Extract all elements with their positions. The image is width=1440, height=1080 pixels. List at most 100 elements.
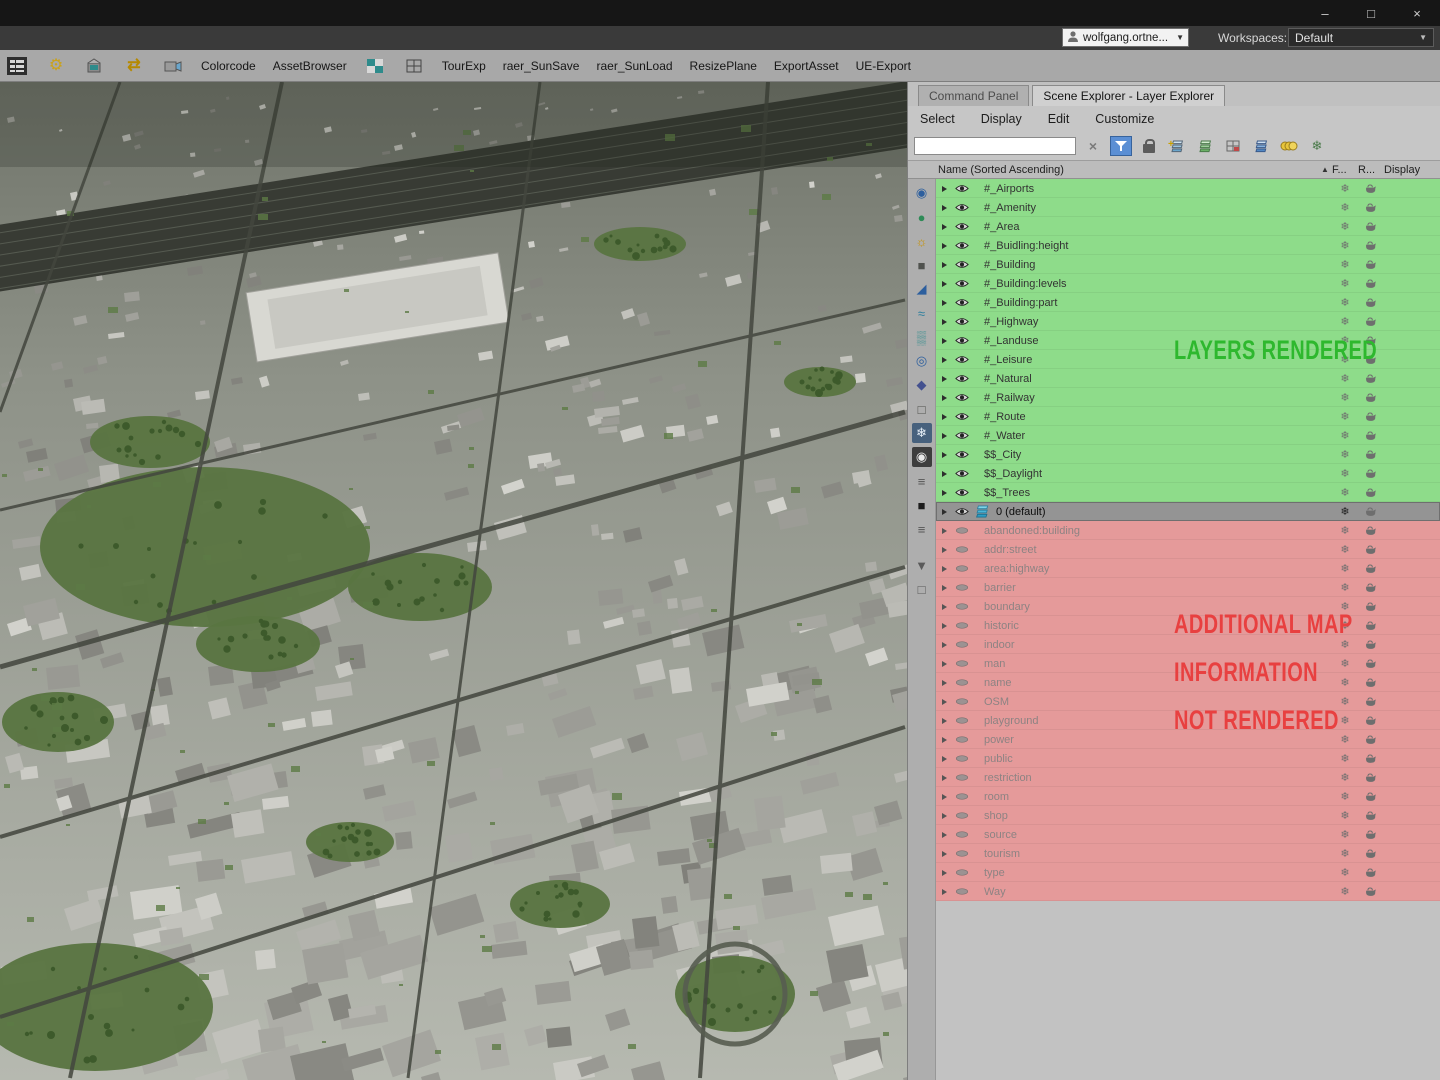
freeze-snowflake-icon[interactable]: ❄ (1332, 809, 1358, 822)
renderable-icon[interactable] (1358, 259, 1384, 270)
expand-arrow-icon[interactable] (936, 432, 952, 439)
visibility-eye-icon[interactable] (952, 602, 972, 611)
layer-row[interactable]: room ❄ (936, 787, 1440, 806)
visibility-eye-icon[interactable] (952, 222, 972, 231)
visibility-eye-icon[interactable] (952, 716, 972, 725)
filter-selection-button[interactable] (1110, 136, 1132, 156)
renderable-icon[interactable] (1358, 829, 1384, 840)
visibility-eye-icon[interactable] (952, 887, 972, 896)
visibility-eye-icon[interactable] (952, 355, 972, 364)
visibility-eye-icon[interactable] (952, 336, 972, 345)
renderable-icon[interactable] (1358, 867, 1384, 878)
renderable-icon[interactable] (1358, 468, 1384, 479)
layer-row[interactable]: 0 (default) ❄ (936, 502, 1440, 521)
layer-row[interactable]: $$_Daylight ❄ (936, 464, 1440, 483)
tab-scene-explorer[interactable]: Scene Explorer - Layer Explorer (1032, 85, 1226, 106)
layer-row[interactable]: $$_Trees ❄ (936, 483, 1440, 502)
camera-export-icon[interactable] (162, 56, 184, 76)
freeze-snowflake-icon[interactable]: ❄ (1332, 220, 1358, 233)
layer-grid-button[interactable] (1222, 136, 1244, 156)
display-frozen-icon[interactable]: ❄ (911, 423, 932, 443)
visibility-eye-icon[interactable] (952, 279, 972, 288)
user-account-dropdown[interactable]: wolfgang.ortne... ▼ (1062, 28, 1189, 47)
freeze-snowflake-icon[interactable]: ❄ (1332, 771, 1358, 784)
renderable-icon[interactable] (1358, 810, 1384, 821)
renderable-icon[interactable] (1358, 411, 1384, 422)
expand-arrow-icon[interactable] (936, 375, 952, 382)
expand-arrow-icon[interactable] (936, 204, 952, 211)
expand-arrow-icon[interactable] (936, 223, 952, 230)
solid-swatch-icon[interactable]: ■ (912, 495, 932, 515)
layer-row[interactable]: public ❄ (936, 749, 1440, 768)
add-selection-to-layer-button[interactable] (1194, 136, 1216, 156)
renderable-icon[interactable] (1358, 848, 1384, 859)
visibility-eye-icon[interactable] (952, 412, 972, 421)
freeze-snowflake-icon[interactable]: ❄ (1332, 372, 1358, 385)
expand-arrow-icon[interactable] (936, 470, 952, 477)
layer-row[interactable]: #_Building ❄ (936, 255, 1440, 274)
layer-row[interactable]: #_Amenity ❄ (936, 198, 1440, 217)
visibility-eye-icon[interactable] (952, 469, 972, 478)
layer-row[interactable]: $$_City ❄ (936, 445, 1440, 464)
renderable-icon[interactable] (1358, 506, 1384, 517)
folder-icon[interactable]: □ (912, 579, 932, 599)
frost-button[interactable]: ❄ (1306, 136, 1328, 156)
freeze-snowflake-icon[interactable]: ❄ (1332, 239, 1358, 252)
expand-arrow-icon[interactable] (936, 242, 952, 249)
minimize-button[interactable]: – (1302, 0, 1348, 26)
app-grid-icon[interactable] (6, 56, 28, 76)
expand-arrow-icon[interactable] (936, 356, 952, 363)
maximize-button[interactable]: □ (1348, 0, 1394, 26)
renderable-icon[interactable] (1358, 620, 1384, 631)
freeze-snowflake-icon[interactable]: ❄ (1332, 752, 1358, 765)
layer-row[interactable]: #_Area ❄ (936, 217, 1440, 236)
renderable-icon[interactable] (1358, 487, 1384, 498)
menu-display[interactable]: Display (981, 112, 1022, 126)
toolbar-button-resizeplane[interactable]: ResizePlane (690, 59, 757, 73)
expand-arrow-icon[interactable] (936, 318, 952, 325)
expand-arrow-icon[interactable] (936, 622, 952, 629)
renderable-icon[interactable] (1358, 430, 1384, 441)
renderable-icon[interactable] (1358, 715, 1384, 726)
renderable-icon[interactable] (1358, 202, 1384, 213)
column-display[interactable]: Display (1384, 164, 1440, 176)
grid-icon[interactable] (403, 56, 425, 76)
renderable-icon[interactable] (1358, 563, 1384, 574)
expand-arrow-icon[interactable] (936, 717, 952, 724)
freeze-snowflake-icon[interactable]: ❄ (1332, 182, 1358, 195)
display-lights-icon[interactable]: ☼ (912, 231, 932, 251)
freeze-snowflake-icon[interactable]: ❄ (1332, 277, 1358, 290)
expand-arrow-icon[interactable] (936, 185, 952, 192)
create-new-layer-button[interactable]: + (1166, 136, 1188, 156)
layer-row[interactable]: Way ❄ (936, 882, 1440, 901)
layer-row[interactable]: #_Natural ❄ (936, 369, 1440, 388)
renderable-icon[interactable] (1358, 544, 1384, 555)
toolbar-button-ueexport[interactable]: UE-Export (856, 59, 911, 73)
layer-row[interactable]: addr:street ❄ (936, 540, 1440, 559)
visibility-eye-icon[interactable] (952, 678, 972, 687)
toolbar-button-sunload[interactable]: raer_SunLoad (596, 59, 672, 73)
layer-row[interactable]: #_Railway ❄ (936, 388, 1440, 407)
renderable-icon[interactable] (1358, 525, 1384, 536)
freeze-snowflake-icon[interactable]: ❄ (1332, 505, 1358, 518)
freeze-snowflake-icon[interactable]: ❄ (1332, 828, 1358, 841)
expand-arrow-icon[interactable] (936, 337, 952, 344)
tab-command-panel[interactable]: Command Panel (918, 85, 1030, 106)
column-render[interactable]: R... (1358, 164, 1384, 176)
expand-arrow-icon[interactable] (936, 831, 952, 838)
visibility-eye-icon[interactable] (952, 507, 972, 516)
expand-arrow-icon[interactable] (936, 660, 952, 667)
visibility-eye-icon[interactable] (952, 868, 972, 877)
freeze-snowflake-icon[interactable]: ❄ (1332, 201, 1358, 214)
expand-arrow-icon[interactable] (936, 394, 952, 401)
visibility-eye-icon[interactable] (952, 735, 972, 744)
visibility-eye-icon[interactable] (952, 830, 972, 839)
toolbar-button-tourexp[interactable]: TourExp (442, 59, 486, 73)
renderable-icon[interactable] (1358, 772, 1384, 783)
column-frozen[interactable]: F... (1332, 164, 1358, 176)
expand-arrow-icon[interactable] (936, 736, 952, 743)
toolbar-button-colorcode[interactable]: Colorcode (201, 59, 256, 73)
renderable-icon[interactable] (1358, 240, 1384, 251)
freeze-snowflake-icon[interactable]: ❄ (1332, 448, 1358, 461)
expand-arrow-icon[interactable] (936, 508, 952, 515)
